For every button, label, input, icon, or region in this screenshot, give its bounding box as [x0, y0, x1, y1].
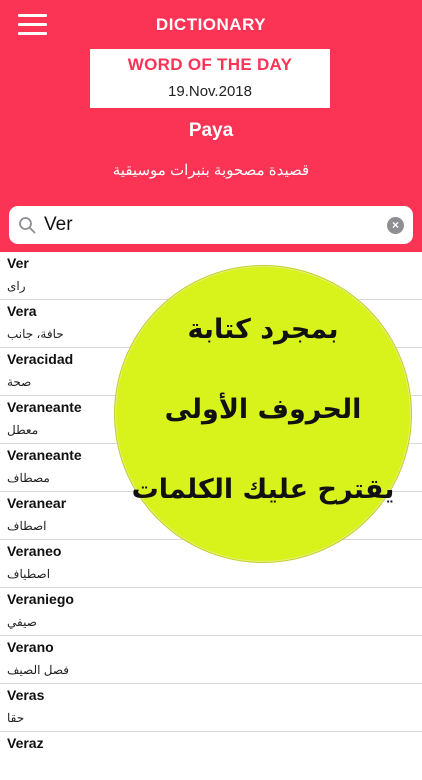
word-of-the-day-definition: قصيدة مصحوبة بنبرات موسيقية	[112, 162, 310, 179]
list-item-term: Veraneante	[7, 447, 82, 463]
list-item-translation: راى	[7, 279, 26, 293]
search-bar: ×	[9, 206, 413, 244]
list-item-translation: صحة	[7, 375, 32, 389]
list-item-translation: حافة، جانب	[7, 327, 64, 341]
list-item-term: Veraz	[7, 735, 44, 751]
clear-icon[interactable]: ×	[387, 217, 404, 234]
list-item-translation: معطل	[7, 423, 39, 437]
word-of-the-day-word: Paya	[188, 120, 234, 141]
list-item-term: Veraniego	[7, 591, 74, 607]
list-item-translation: فصل الصيف	[7, 663, 70, 677]
list-item[interactable]: Veras حقا	[0, 684, 422, 732]
word-of-the-day-card[interactable]: WORD OF THE DAY 19.Nov.2018	[90, 49, 330, 108]
list-item[interactable]: Verano فصل الصيف	[0, 636, 422, 684]
promo-line-3: يقترح عليك الكلمات	[131, 474, 395, 505]
list-item-translation: حقا	[7, 711, 25, 725]
list-item-translation: صيفي	[7, 615, 37, 629]
search-icon	[19, 217, 36, 234]
list-item-term: Ver	[7, 255, 29, 271]
list-item-term: Veracidad	[7, 351, 74, 367]
list-item-term: Veranear	[7, 495, 67, 511]
list-item[interactable]: Veraz	[0, 732, 422, 780]
promo-circle-overlay: بمجرد كتابة الحروف الأولى يقترح عليك الك…	[114, 265, 412, 563]
list-item-translation: مصطاف	[7, 471, 50, 485]
app-title: DICTIONARY	[155, 15, 267, 34]
list-item-term: Veraneante	[7, 399, 82, 415]
list-item-translation: اصطاف	[7, 519, 47, 533]
list-item-term: Verano	[7, 639, 54, 655]
search-input[interactable]	[44, 210, 364, 240]
header: DICTIONARY WORD OF THE DAY 19.Nov.2018 P…	[0, 0, 422, 252]
list-item[interactable]: Veraniego صيفي	[0, 588, 422, 636]
word-of-the-day-heading: WORD OF THE DAY	[127, 55, 293, 74]
list-item-term: Vera	[7, 303, 37, 319]
list-item-translation: اصطياف	[7, 567, 51, 581]
word-of-the-day-date: 19.Nov.2018	[168, 83, 252, 100]
promo-line-2: الحروف الأولى	[164, 394, 362, 425]
list-item-term: Veras	[7, 687, 45, 703]
list-item-term: Veraneo	[7, 543, 62, 559]
promo-line-1: بمجرد كتابة	[187, 314, 339, 345]
